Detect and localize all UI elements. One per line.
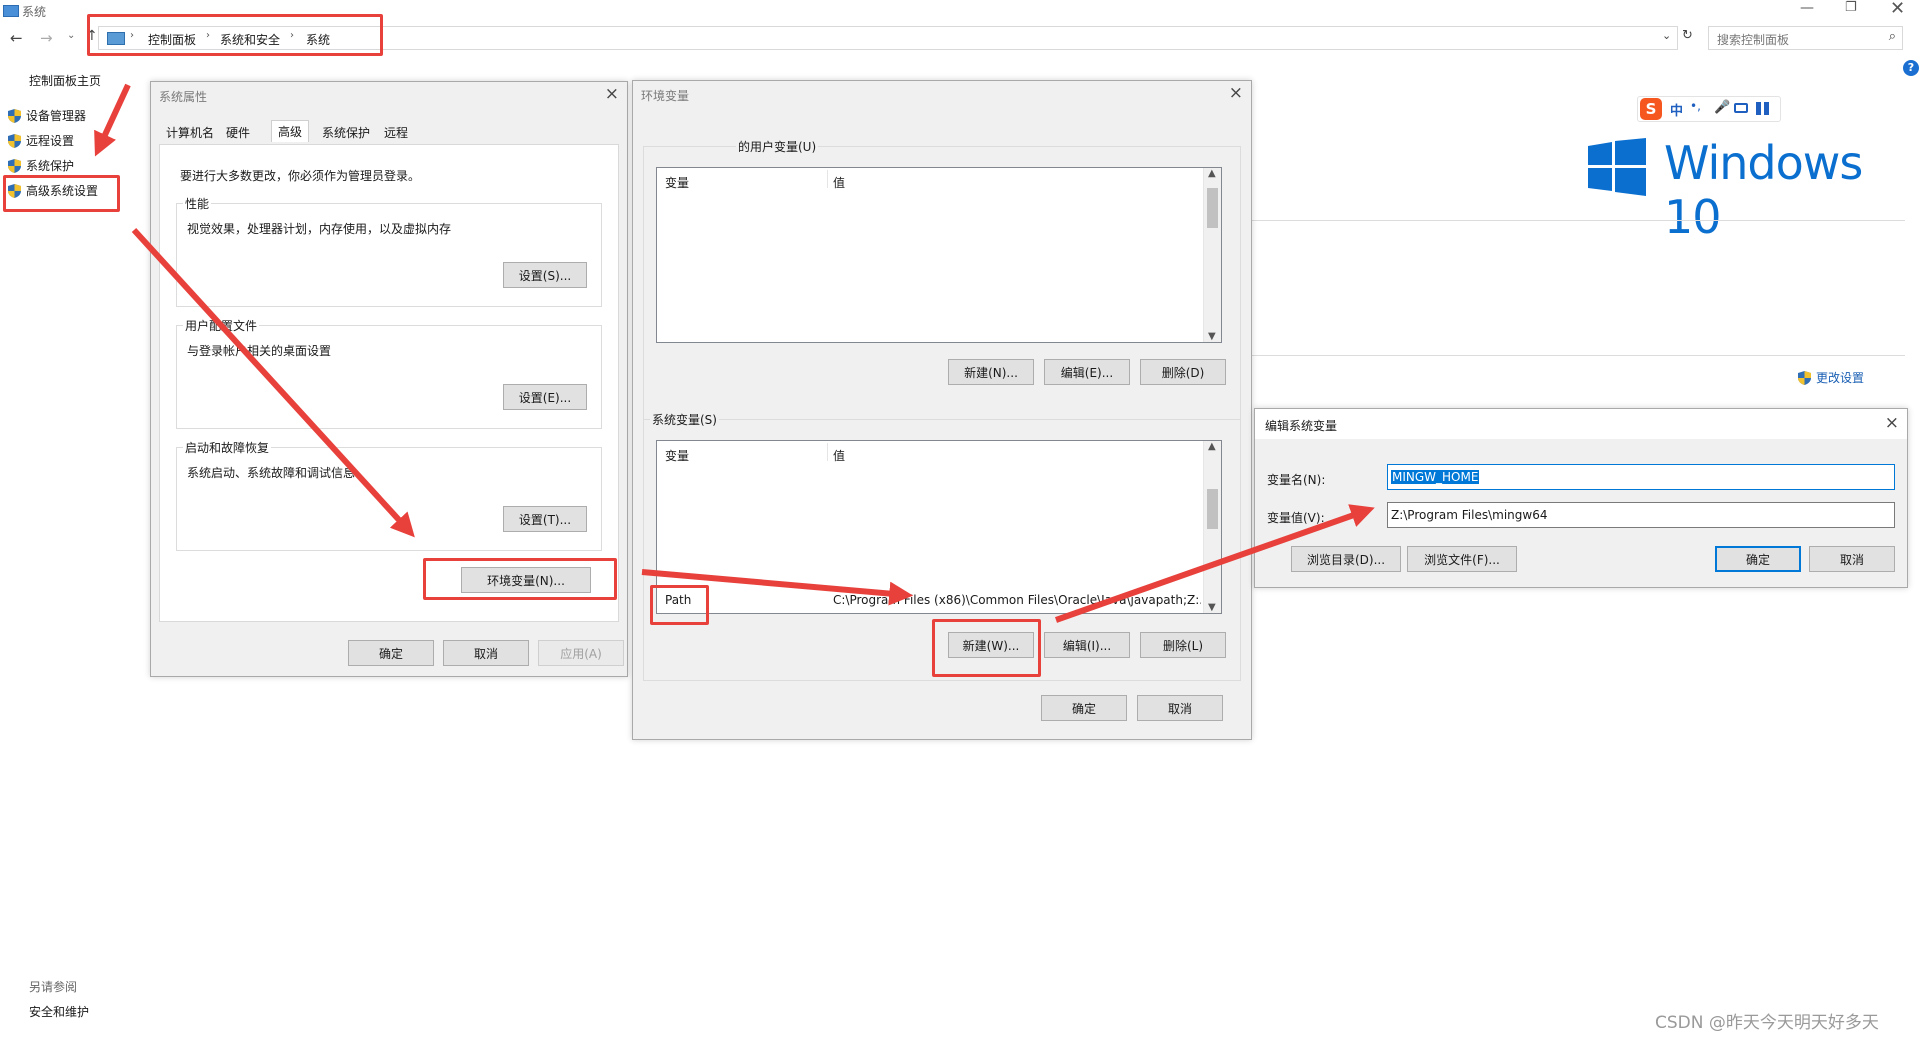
arrow-to-edit-dialog bbox=[1055, 504, 1375, 623]
arrow-to-env-button bbox=[131, 227, 415, 538]
arrow-to-path-row bbox=[641, 569, 914, 606]
arrow-to-advanced-settings bbox=[94, 83, 131, 157]
csdn-watermark: CSDN @昨天今天明天好多天 bbox=[1655, 1013, 1879, 1033]
annotation-arrows bbox=[94, 83, 1375, 623]
